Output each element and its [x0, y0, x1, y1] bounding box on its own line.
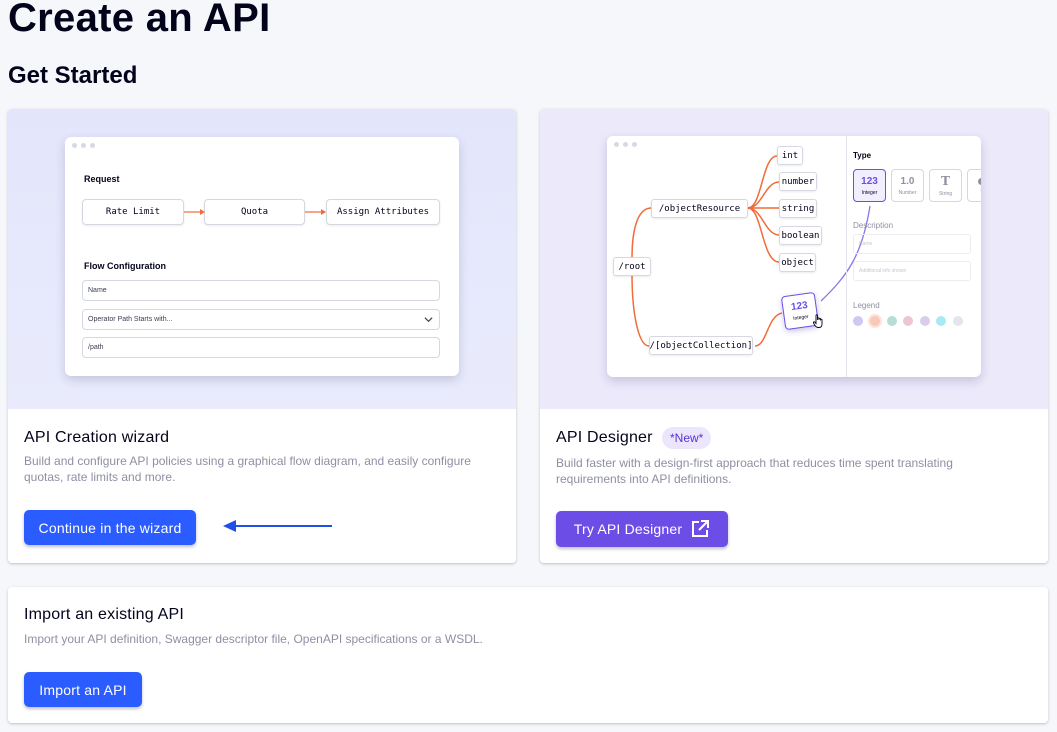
- type-node-object: object: [779, 253, 816, 272]
- type-node-number: number: [779, 172, 817, 191]
- try-api-designer-label: Try API Designer: [573, 521, 683, 537]
- node-object-collection: /[objectCollection]: [649, 336, 753, 355]
- import-card-description: Import your API definition, Swagger desc…: [24, 632, 483, 646]
- type-panel-label: Type: [853, 151, 872, 160]
- node-object-resource: /objectResource: [651, 199, 748, 218]
- toggle-icon: [977, 177, 981, 185]
- external-link-icon: [692, 520, 710, 537]
- designer-card-description: Build faster with a design-first approac…: [556, 456, 953, 486]
- legend-dot: [936, 316, 946, 326]
- api-creation-wizard-card: Request Rate Limit Quota Assign Attribut…: [8, 109, 516, 563]
- section-title-get-started: Get Started: [8, 62, 138, 89]
- import-an-api-button[interactable]: Import an API: [24, 672, 142, 707]
- legend-dot: [870, 316, 880, 326]
- hand-cursor-icon: [812, 314, 823, 328]
- wizard-card-heading: API Creation wizard: [24, 429, 170, 446]
- mock-name-input: Name: [82, 280, 440, 301]
- mock-operator-value: Operator Path Starts with...: [88, 316, 173, 323]
- type-node-string: string: [779, 199, 817, 218]
- type-node-int: int: [777, 146, 803, 165]
- type-node-boolean: boolean: [779, 226, 822, 245]
- designer-illustration: /root /objectResource /[objectCollection…: [540, 109, 1048, 409]
- designer-mock-window: /root /objectResource /[objectCollection…: [607, 136, 981, 377]
- wizard-card-description: Build and configure API policies using a…: [24, 454, 471, 484]
- import-existing-api-card: Import an existing API Import your API d…: [8, 587, 1048, 723]
- legend-dot: [920, 316, 930, 326]
- legend-dot: [853, 316, 863, 326]
- flow-configuration-label: Flow Configuration: [84, 261, 166, 271]
- legend-dot: [953, 316, 963, 326]
- pointer-arrow-icon: [223, 520, 332, 532]
- type-tile-number: 1.0 Number: [891, 169, 924, 202]
- page-title: Create an API: [8, 0, 271, 40]
- mock-path-input: /path: [82, 337, 440, 358]
- panel-description-input: Additional info shown: [853, 261, 971, 281]
- new-badge: *New*: [662, 427, 712, 449]
- wizard-illustration: Request Rate Limit Quota Assign Attribut…: [8, 109, 516, 409]
- import-card-heading: Import an existing API: [24, 606, 185, 623]
- chevron-down-icon: [424, 317, 433, 323]
- type-tile-integer: 123 Integer: [853, 169, 886, 202]
- try-api-designer-button[interactable]: Try API Designer: [556, 511, 728, 547]
- panel-name-input: Name: [853, 234, 971, 254]
- continue-in-wizard-button[interactable]: Continue in the wizard: [24, 510, 196, 545]
- mock-operator-select: Operator Path Starts with...: [82, 309, 440, 330]
- type-panel: Type 123 Integer 1.0 Number T String Bo: [846, 136, 981, 377]
- legend-label: Legend: [853, 301, 880, 310]
- description-label: Description: [853, 221, 894, 230]
- type-tile-string: T String: [929, 169, 962, 202]
- type-tile-boolean: Bo: [967, 169, 981, 202]
- api-designer-card: /root /objectResource /[objectCollection…: [540, 109, 1048, 563]
- legend-dot: [903, 316, 913, 326]
- designer-card-heading: API Designer: [556, 429, 653, 446]
- wizard-mock-window: Request Rate Limit Quota Assign Attribut…: [65, 137, 459, 376]
- node-root: /root: [613, 257, 651, 276]
- legend-dot: [887, 316, 897, 326]
